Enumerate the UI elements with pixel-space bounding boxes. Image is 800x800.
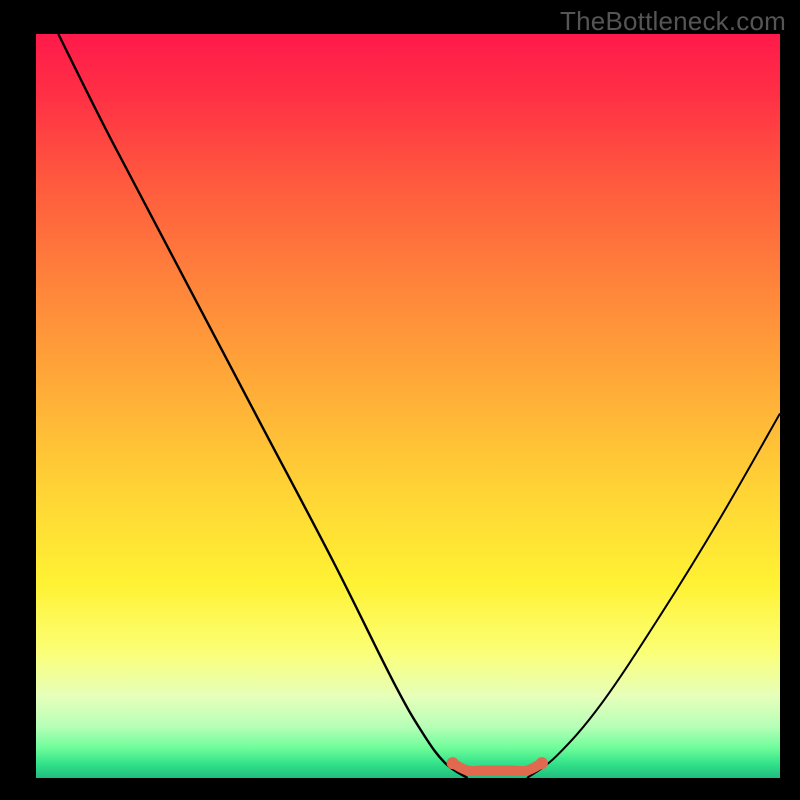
curve-layer [36,34,780,778]
min-band-cap-left [447,757,459,769]
watermark-text: TheBottleneck.com [560,6,786,37]
min-band-cap-right [536,757,548,769]
bottleneck-curve-right [527,413,780,778]
bottleneck-minimum-band [453,763,542,771]
bottleneck-curve-left [58,34,467,778]
plot-area [36,34,780,778]
chart-frame: TheBottleneck.com [0,0,800,800]
